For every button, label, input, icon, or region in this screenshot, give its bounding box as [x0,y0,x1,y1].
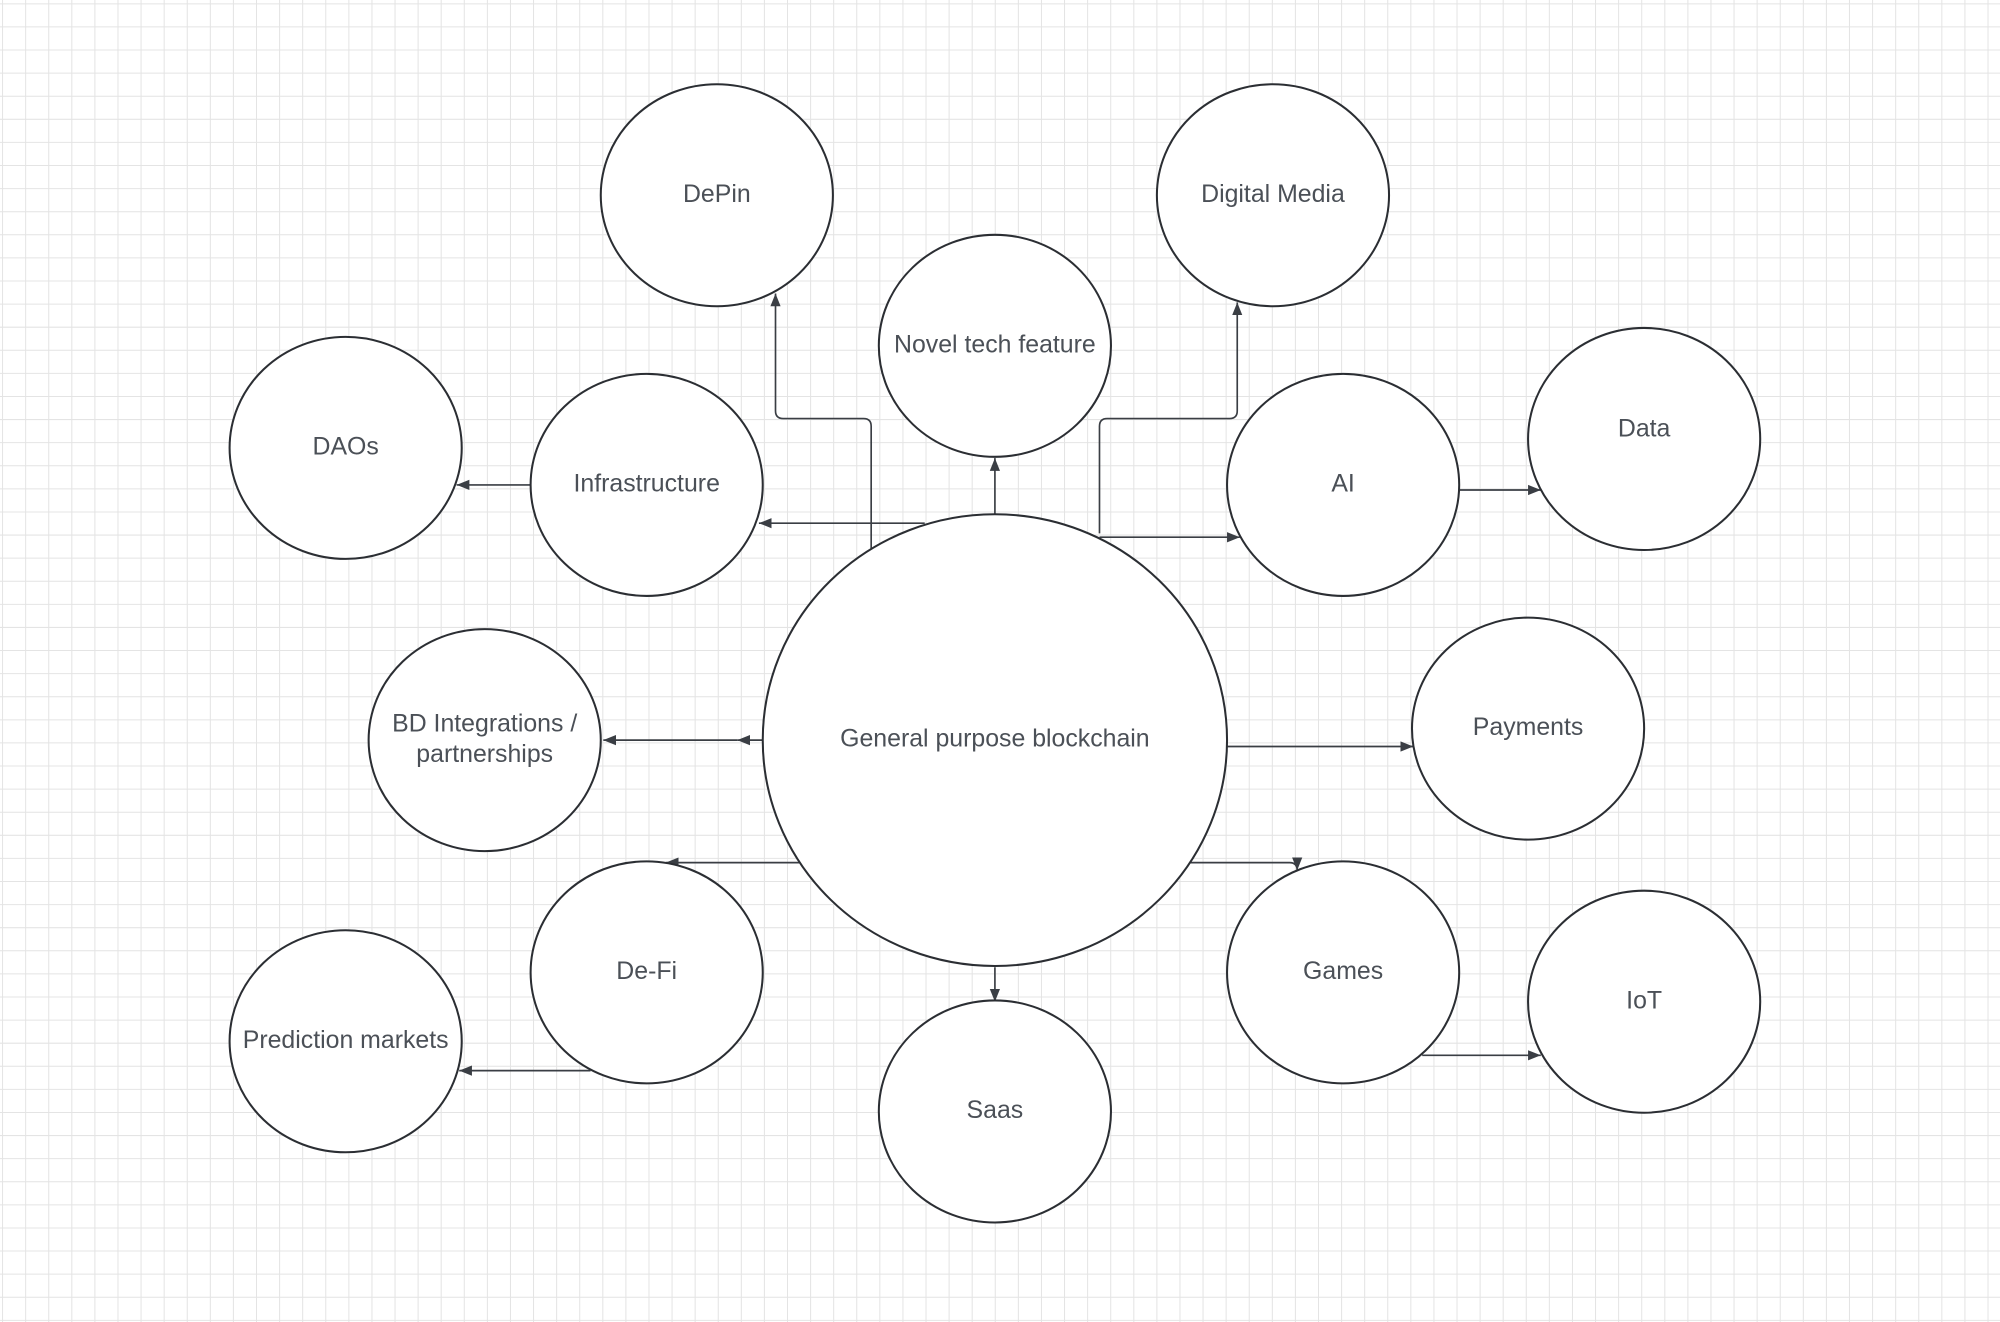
mind-map: General purpose blockchain DePin Digital M… [0,0,2000,1322]
node-digital-media[interactable]: Digital Media [1155,83,1391,308]
nodes: General purpose blockchain DePin Digital M… [228,83,1762,1224]
node-label: Infrastructure [573,469,719,497]
node-payments[interactable]: Payments [1410,616,1646,841]
connector-center-to-digital-media[interactable] [1098,302,1243,534]
node-infrastructure[interactable]: Infrastructure [529,372,764,597]
node-bd[interactable]: BD Integrations / partnerships [367,628,602,853]
node-label: De-Fi [616,957,677,985]
node-label: DAOs [313,432,379,460]
node-saas[interactable]: Saas [877,999,1112,1224]
node-label: BD Integrations / [392,709,577,737]
node-label: General purpose blockchain [840,725,1149,753]
node-depin[interactable]: DePin [599,83,834,308]
node-label: Payments [1473,713,1584,741]
node-defi[interactable]: De-Fi [529,860,764,1085]
node-label: Saas [967,1096,1024,1124]
node-ai[interactable]: AI [1226,372,1461,597]
node-novel[interactable]: Novel tech feature [877,233,1112,458]
node-label: AI [1331,469,1354,497]
node-label: partnerships [416,740,553,768]
node-label: Prediction markets [243,1026,449,1054]
node-center[interactable]: General purpose blockchain [761,513,1229,967]
node-label: Data [1618,415,1671,443]
node-label: Digital Media [1201,180,1345,208]
node-data[interactable]: Data [1527,326,1762,552]
node-games[interactable]: Games [1226,860,1461,1085]
node-label: IoT [1626,986,1662,1014]
node-label: DePin [683,180,751,208]
node-daos[interactable]: DAOs [228,335,463,560]
node-iot[interactable]: IoT [1527,889,1762,1114]
node-label: Games [1303,957,1383,985]
node-label: Novel tech feature [894,330,1096,358]
diagram-canvas: General purpose blockchain DePin Digital M… [0,0,2000,1322]
connector-center-to-games[interactable] [1190,857,1303,871]
node-prediction[interactable]: Prediction markets [228,929,463,1154]
